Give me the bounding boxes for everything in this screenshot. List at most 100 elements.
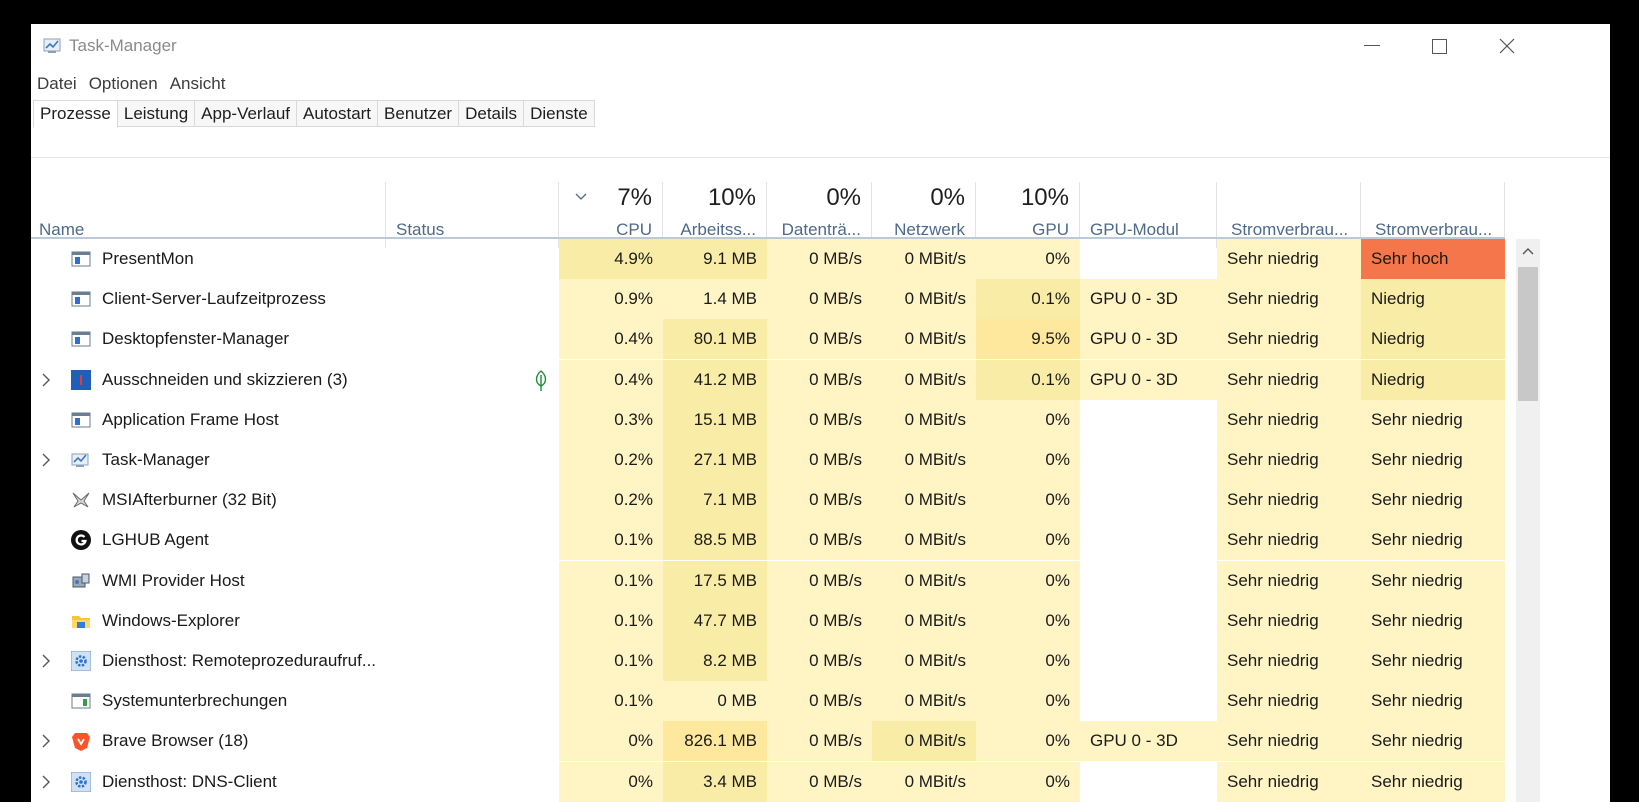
disk-cell: 0 MB/s [767,761,872,802]
memory-cell: 826.1 MB [663,721,767,762]
table-row[interactable]: LGHUB Agent 0.1% 88.5 MB 0 MB/s 0 MBit/s 0% Se… [31,520,1505,561]
window-icon [71,410,91,430]
power-trend-cell: Sehr niedrig [1361,520,1505,561]
gpu-cell: 9.5% [976,319,1080,360]
gpu-engine-cell [1080,561,1217,601]
menu-datei[interactable]: Datei [31,70,83,98]
tab-benutzer[interactable]: Benutzer [378,100,460,127]
name-cell: Application Frame Host [31,400,386,440]
chevron-right-icon[interactable] [39,733,53,749]
memory-cell: 41.2 MB [663,359,767,400]
tab-dienste[interactable]: Dienste [524,100,595,127]
window-title: Task-Manager [69,36,177,55]
memory-cell: 15.1 MB [663,399,767,440]
gpu-engine-cell [1080,681,1217,721]
table-row[interactable]: MSIAfterburner (32 Bit) 0.2% 7.1 MB 0 MB/s 0… [31,480,1505,521]
power-usage-cell: Sehr niedrig [1217,319,1361,360]
process-name: MSIAfterburner (32 Bit) [102,490,277,510]
menu-ansicht[interactable]: Ansicht [164,70,232,98]
chevron-right-icon[interactable] [39,372,53,388]
power-usage-cell: Sehr niedrig [1217,560,1361,601]
tab-bar: Prozesse Leistung App-Verlauf Autostart … [31,100,1610,158]
network-cell: 0 MBit/s [872,359,976,400]
power-usage-cell: Sehr niedrig [1217,480,1361,521]
snip-sketch-icon [71,369,91,390]
chevron-right-icon[interactable] [39,774,53,790]
disk-cell: 0 MB/s [767,641,872,681]
tab-leistung[interactable]: Leistung [117,100,196,127]
cpu-cell: 0.4% [559,359,663,400]
table-row[interactable]: Diensthost: Remoteprozeduraufruf... 0.1% 8… [31,641,1505,681]
power-trend-cell: Sehr niedrig [1361,761,1505,802]
wmi-icon [71,571,91,591]
system-window-icon [71,691,91,711]
process-name: Diensthost: Remoteprozeduraufruf... [102,651,377,670]
table-row[interactable]: Systemunterbrechungen 0.1% 0 MB 0 MB/s 0 MBi… [31,681,1505,722]
gpu-cell: 0% [976,440,1080,480]
close-button[interactable] [1473,24,1541,68]
network-cell: 0 MBit/s [872,399,976,440]
gpu-engine-cell [1080,601,1217,641]
table-row[interactable]: Task-Manager 0.2% 27.1 MB 0 MB/s 0 MBit/s 0% S… [31,440,1505,480]
power-usage-cell: Sehr niedrig [1217,761,1361,802]
table-row[interactable]: Diensthost: DNS-Client 0% 3.4 MB 0 MB/s 0 MB… [31,761,1505,802]
scroll-thumb[interactable] [1518,267,1538,401]
disk-cell: 0 MB/s [767,681,872,722]
chevron-right-icon[interactable] [39,452,53,468]
table-row[interactable]: Windows-Explorer 0.1% 47.7 MB 0 MB/s 0 MBit/… [31,600,1505,641]
gpu-engine-cell [1080,239,1217,279]
tab-autostart[interactable]: Autostart [297,100,379,127]
scroll-up-button[interactable] [1516,239,1540,263]
tab-prozesse[interactable]: Prozesse [33,100,118,128]
gpu-engine-cell: GPU 0 - 3D [1080,279,1217,320]
power-trend-cell: Sehr niedrig [1361,480,1505,521]
table-row[interactable]: WMI Provider Host 0.1% 17.5 MB 0 MB/s 0 MBit… [31,560,1505,601]
table-row[interactable]: Ausschneiden und skizzieren (3) 0.4% 41.2 … [31,359,1505,400]
gpu-cell: 0% [976,520,1080,561]
gpu-cell: 0% [976,560,1080,601]
table-row[interactable]: Brave Browser (18) 0% 826.1 MB 0 MB/s 0 MBit… [31,721,1505,762]
gpu-engine-cell [1080,520,1217,560]
table-row[interactable]: Desktopfenster-Manager 0.4% 80.1 MB 0 MB/s 0… [31,319,1505,360]
gpu-engine-cell: GPU 0 - 3D [1080,359,1217,400]
table-row[interactable]: Client-Server-Laufzeitprozess 0.9% 1.4 MB 0… [31,279,1505,320]
gpu-cell: 0% [976,761,1080,802]
memory-cell: 7.1 MB [663,480,767,521]
title-bar[interactable]: Task-Manager [31,24,1610,68]
minimize-button[interactable] [1338,24,1406,68]
maximize-button[interactable] [1405,24,1473,68]
disk-cell: 0 MB/s [767,721,872,762]
cpu-cell: 0.1% [559,560,663,601]
table-row[interactable]: Application Frame Host 0.3% 15.1 MB 0 MB/s 0… [31,399,1505,440]
power-trend-cell: Sehr niedrig [1361,399,1505,440]
table-row[interactable]: PresentMon 4.9% 9.1 MB 0 MB/s 0 MBit/s 0% Sehr… [31,239,1505,279]
window-icon [71,329,91,349]
network-cell: 0 MBit/s [872,440,976,480]
gpu-cell: 0% [976,681,1080,722]
chevron-right-icon[interactable] [39,653,53,669]
process-name: Brave Browser (18) [102,731,249,751]
name-cell: Windows-Explorer [31,601,386,641]
cpu-cell: 0.1% [559,641,663,681]
brave-lion-icon [71,731,91,752]
network-cell: 0 MBit/s [872,641,976,681]
gpu-engine-cell [1080,641,1217,681]
network-cell: 0 MBit/s [872,319,976,360]
vertical-scrollbar[interactable] [1516,239,1540,802]
menu-optionen[interactable]: Optionen [83,70,164,98]
process-name: Client-Server-Laufzeitprozess [102,289,326,309]
window-icon [71,289,91,309]
process-name: Diensthost: DNS-Client [102,771,277,791]
tab-details[interactable]: Details [459,100,525,127]
cpu-total: 7% [617,184,652,211]
disk-total: 0% [826,184,861,211]
cpu-cell: 0.1% [559,600,663,641]
process-name: WMI Provider Host [102,570,245,590]
gpu-cell: 0% [976,641,1080,681]
disk-cell: 0 MB/s [767,440,872,480]
tab-app-verlauf[interactable]: App-Verlauf [195,100,297,127]
memory-cell: 1.4 MB [663,279,767,320]
disk-cell: 0 MB/s [767,480,872,521]
cpu-cell: 0.4% [559,319,663,360]
gpu-cell: 0% [976,480,1080,521]
